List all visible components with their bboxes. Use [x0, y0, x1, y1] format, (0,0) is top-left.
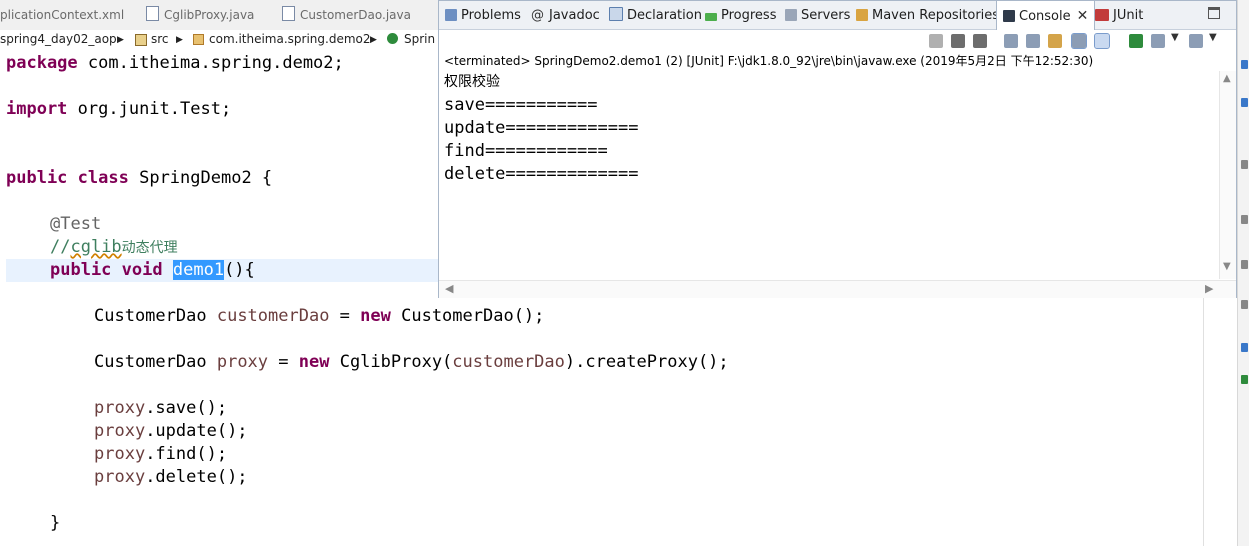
- code-line-comment: //cglib动态代理: [50, 237, 178, 257]
- breadcrumb-arrow-icon: ▶: [176, 35, 183, 45]
- scroll-left-icon[interactable]: ◀: [445, 282, 453, 295]
- junit-icon: [1095, 9, 1109, 21]
- search-view-icon[interactable]: [1241, 260, 1248, 269]
- tab-maven-repositories[interactable]: Maven Repositories: [856, 1, 999, 29]
- code-line-package: package com.itheima.spring.demo2;: [6, 53, 344, 73]
- code-line-proxy-find: proxy.find();: [94, 444, 228, 464]
- progress-icon: [705, 13, 717, 21]
- editor-overview-ruler: [1203, 298, 1204, 546]
- code-line-close-brace: }: [50, 513, 61, 533]
- show-on-stderr-icon[interactable]: [1094, 33, 1110, 49]
- breadcrumb-arrow-icon: ▶: [370, 35, 377, 45]
- outline-view-icon[interactable]: [1241, 60, 1248, 69]
- code-line-import: import org.junit.Test;: [6, 99, 232, 119]
- console-output-line: find============: [444, 141, 608, 161]
- editor-tab-label: plicationContext.xml: [0, 8, 125, 22]
- editor-tab-label: CustomerDao.java: [300, 8, 411, 22]
- package-icon: [193, 34, 204, 45]
- source-folder-icon: [135, 34, 147, 46]
- code-line-class-decl: public class SpringDemo2 {: [6, 168, 273, 188]
- maven-repositories-icon: [856, 9, 868, 21]
- history-icon[interactable]: [1241, 300, 1248, 309]
- tab-problems[interactable]: Problems: [445, 1, 521, 29]
- tab-console[interactable]: Console ✕: [996, 1, 1096, 30]
- java-file-icon: [282, 6, 295, 21]
- console-output-line: update=============: [444, 118, 639, 138]
- scroll-right-icon[interactable]: ▶: [1205, 282, 1213, 295]
- terminate-icon[interactable]: [929, 34, 943, 48]
- editor-tab-customerdao[interactable]: CustomerDao.java: [282, 0, 411, 30]
- editor-tab-bar: plicationContext.xml CglibProxy.java Cus…: [0, 0, 440, 31]
- display-console-icon[interactable]: [1151, 34, 1165, 48]
- tab-javadoc[interactable]: @ Javadoc: [531, 1, 600, 29]
- code-line-new-customerdao: CustomerDao customerDao = new CustomerDa…: [94, 306, 545, 326]
- horizontal-scrollbar[interactable]: ◀ ▶: [439, 280, 1236, 298]
- java-file-icon: [146, 6, 159, 21]
- chevron-down-icon[interactable]: ▼: [1171, 32, 1179, 43]
- chevron-down-icon[interactable]: ▼: [1209, 32, 1217, 43]
- view-tab-bar: Problems @ Javadoc Declaration Progress S…: [439, 1, 1236, 30]
- code-line-annotation: @Test: [50, 214, 102, 234]
- code-line-proxy-update: proxy.update();: [94, 421, 248, 441]
- code-line-create-proxy: CustomerDao proxy = new CglibProxy(custo…: [94, 352, 729, 372]
- console-icon: [1003, 10, 1015, 22]
- tab-progress[interactable]: Progress: [705, 1, 776, 29]
- console-output-line: delete=============: [444, 164, 639, 184]
- breadcrumb-arrow-icon: ▶: [117, 35, 124, 45]
- servers-icon: [785, 9, 797, 21]
- console-toolbar: ▼ ▼: [439, 30, 1236, 52]
- declaration-icon: [609, 7, 623, 21]
- selected-method-name[interactable]: demo1: [172, 260, 225, 280]
- console-status-line: <terminated> SpringDemo2.demo1 (2) [JUni…: [444, 54, 1094, 68]
- word-wrap-icon[interactable]: [1048, 34, 1062, 48]
- breadcrumb: spring4_day02_aop ▶ src ▶ com.itheima.sp…: [0, 30, 440, 50]
- remove-all-terminated-icon[interactable]: [973, 34, 987, 48]
- console-view-panel: Problems @ Javadoc Declaration Progress S…: [438, 0, 1237, 298]
- tab-declaration[interactable]: Declaration: [609, 1, 702, 29]
- problems-icon: [445, 9, 457, 21]
- close-icon[interactable]: ✕: [1077, 8, 1089, 24]
- class-icon: [387, 33, 398, 44]
- view-menu-icon[interactable]: [1241, 160, 1248, 169]
- breadcrumb-src[interactable]: src: [151, 32, 169, 46]
- breadcrumb-class[interactable]: Sprin: [404, 32, 435, 46]
- code-line-proxy-save: proxy.save();: [94, 398, 228, 418]
- minimize-icon[interactable]: [1208, 7, 1220, 19]
- code-line-proxy-delete: proxy.delete();: [94, 467, 248, 487]
- tab-servers[interactable]: Servers: [785, 1, 850, 29]
- open-console-icon[interactable]: [1189, 34, 1203, 48]
- code-line-method-decl: public void demo1(){: [50, 260, 255, 280]
- side-trim-bar: [1237, 0, 1249, 546]
- breadcrumb-project[interactable]: spring4_day02_aop: [0, 32, 117, 46]
- navigator-icon[interactable]: [1241, 215, 1248, 224]
- scroll-down-icon[interactable]: ▼: [1223, 261, 1231, 272]
- clear-console-icon[interactable]: [1004, 34, 1018, 48]
- tab-junit[interactable]: JUnit: [1095, 1, 1143, 29]
- editor-tab-label: CglibProxy.java: [164, 8, 255, 22]
- editor-tab-cglibproxy[interactable]: CglibProxy.java: [146, 0, 254, 30]
- show-on-stdout-icon[interactable]: [1071, 33, 1087, 49]
- vertical-scrollbar[interactable]: ▲ ▼: [1219, 71, 1236, 279]
- editor-tab-applicationcontext[interactable]: plicationContext.xml: [0, 0, 124, 30]
- pin-console-icon[interactable]: [1129, 34, 1143, 48]
- task-list-icon[interactable]: [1241, 98, 1248, 107]
- at-sign-icon: @: [531, 8, 544, 23]
- junit-view-icon[interactable]: [1241, 343, 1248, 352]
- scroll-lock-icon[interactable]: [1026, 34, 1040, 48]
- console-view-icon[interactable]: [1241, 375, 1248, 384]
- console-output-line: 权限校验: [444, 74, 500, 90]
- scroll-up-icon[interactable]: ▲: [1223, 73, 1231, 84]
- console-output-line: save===========: [444, 95, 598, 115]
- breadcrumb-package[interactable]: com.itheima.spring.demo2: [209, 32, 371, 46]
- remove-launch-icon[interactable]: [951, 34, 965, 48]
- console-output[interactable]: 权限校验 save=========== update=============…: [444, 71, 1214, 279]
